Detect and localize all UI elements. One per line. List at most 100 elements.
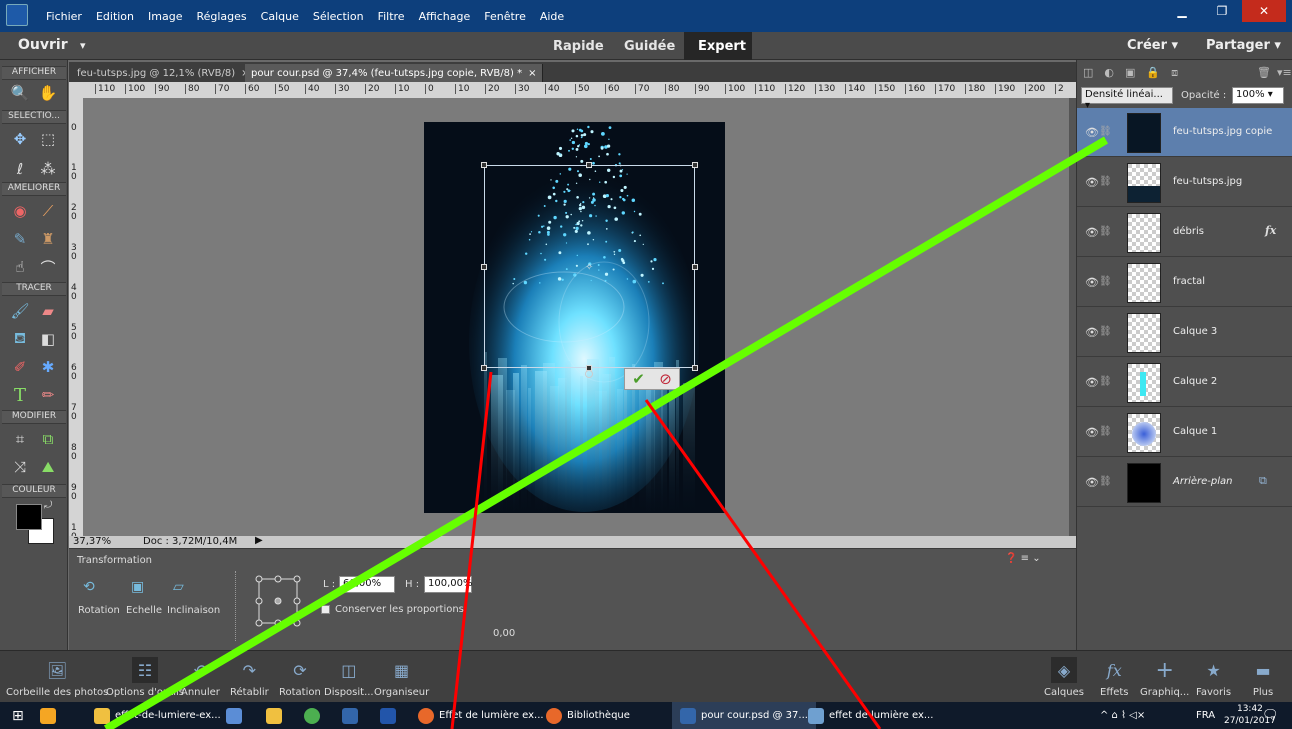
language-indicator[interactable]: FRA (1196, 702, 1215, 729)
eye-icon[interactable]: 👁 (1085, 476, 1099, 489)
tab-pour-cour[interactable]: pour cour.psd @ 37,4% (feu-tutsps.jpg co… (245, 64, 544, 82)
rotation-handle[interactable] (585, 370, 593, 378)
eyedropper-tool-icon[interactable]: ✐ (8, 356, 32, 378)
layers-button[interactable]: ◈ Calques (1044, 657, 1084, 698)
mode-guidee[interactable]: Guidée (624, 32, 675, 60)
taskbar-item-effet-lumiere-ex[interactable]: effet-de-lumiere-ex... (94, 702, 221, 729)
more-button[interactable]: ▬ Plus (1250, 657, 1276, 699)
transform-handle-tl[interactable] (481, 162, 487, 168)
zoom-tool-icon[interactable]: 🔍 (8, 82, 32, 104)
transform-handle-tm[interactable] (586, 162, 592, 168)
lock-icon[interactable]: 🔒 (1146, 66, 1160, 80)
favorites-button[interactable]: ★ Favoris (1196, 657, 1231, 699)
layer-row[interactable]: 👁 ⛓ Calque 2 (1077, 358, 1292, 407)
pencil-tool-icon[interactable]: ✏ (36, 384, 60, 406)
menu-calque[interactable]: Calque (261, 10, 299, 23)
eye-icon[interactable]: 👁 (1085, 226, 1099, 239)
link-icon[interactable]: ⛓ (1099, 326, 1112, 337)
layer-row[interactable]: 👁 ⛓ Arrière-plan ⧉ (1077, 458, 1292, 507)
taskbar-app-media[interactable] (40, 702, 56, 729)
redo-button[interactable]: ↷ Rétablir (230, 657, 269, 699)
foreground-color-swatch[interactable] (16, 504, 42, 530)
restore-icon[interactable]: ❐ (1202, 0, 1242, 22)
system-tray-icons[interactable]: ^ ⌂ ⌇ ◁× (1100, 702, 1145, 729)
straighten-tool-icon[interactable]: ⛰ (36, 456, 60, 478)
sponge-tool-icon[interactable]: ⌒ (36, 256, 60, 278)
undo-button[interactable]: ↶ Annuler (181, 657, 220, 699)
taskbar-app-elements-editor[interactable] (380, 702, 396, 729)
adjustment-layer-icon[interactable]: ◐ (1104, 66, 1114, 80)
lasso-tool-icon[interactable]: ℓ (8, 158, 32, 180)
create-button[interactable]: Créer ▾ (1127, 38, 1178, 53)
layer-row[interactable]: 👁 ⛓ feu-tutsps.jpg (1077, 158, 1292, 207)
menu-reglages[interactable]: Réglages (196, 10, 246, 23)
custom-shape-tool-icon[interactable]: ✱ (36, 356, 60, 378)
magic-wand-tool-icon[interactable]: ⁂ (36, 158, 60, 180)
zoom-level[interactable]: 37,37% (73, 536, 111, 547)
transform-handle-tr[interactable] (692, 162, 698, 168)
lock-transparent-icon[interactable]: ⧈ (1171, 66, 1178, 80)
commit-check-icon[interactable]: ✔ (632, 370, 645, 388)
layer-row[interactable]: 👁 ⛓ Calque 3 (1077, 308, 1292, 357)
transform-center-icon[interactable]: ✧ (585, 262, 593, 273)
text-tool-icon[interactable]: T (8, 384, 32, 406)
link-icon[interactable]: ⛓ (1099, 126, 1112, 137)
mode-rapide[interactable]: Rapide (553, 32, 604, 60)
taskbar-item-effet-lumiere-archive[interactable]: effet de lumière ex... (808, 702, 933, 729)
tool-options-button[interactable]: ☷ Options d'outils (106, 657, 184, 698)
organizer-button[interactable]: ▦ Organiseur (374, 657, 429, 699)
fx-icon[interactable]: fx (1265, 224, 1276, 237)
taskbar-item-pour-cour[interactable]: pour cour.psd @ 37... (672, 702, 816, 729)
skew-button[interactable]: Inclinaison (167, 605, 220, 616)
start-icon[interactable]: ⊞ (12, 702, 24, 729)
link-icon[interactable]: ⛓ (1099, 376, 1112, 387)
taskbar-app-chrome[interactable] (304, 702, 320, 729)
taskbar-item-bibliotheque[interactable]: Bibliothèque (546, 702, 630, 729)
menu-aide[interactable]: Aide (540, 10, 564, 23)
gradient-tool-icon[interactable]: ◧ (36, 328, 60, 350)
link-icon[interactable]: ⛓ (1099, 276, 1112, 287)
content-aware-move-tool-icon[interactable]: ⤨ (8, 456, 32, 478)
layer-lock-icon[interactable]: ⧉ (1259, 474, 1267, 488)
transform-handle-br[interactable] (692, 365, 698, 371)
hand-tool-icon[interactable]: ✋ (36, 82, 60, 104)
effects-button[interactable]: fx Effets (1100, 657, 1129, 699)
paint-bucket-tool-icon[interactable]: ⛾ (8, 328, 32, 350)
app-icon[interactable] (6, 4, 28, 26)
menu-edition[interactable]: Edition (96, 10, 134, 23)
marquee-tool-icon[interactable]: ⬚ (36, 128, 60, 150)
transform-handle-bl[interactable] (481, 365, 487, 371)
skew-icon[interactable]: ▱ (173, 579, 195, 597)
layout-button[interactable]: ◫ Disposit... (324, 657, 374, 699)
new-layer-icon[interactable]: ◫ (1083, 66, 1093, 80)
notification-icon[interactable]: 🗨 (1262, 702, 1279, 729)
link-icon[interactable]: ⛓ (1099, 426, 1112, 437)
height-field[interactable]: 100,00% (424, 576, 473, 593)
blend-mode-select[interactable]: Densité linéai... ▾ (1081, 87, 1173, 111)
graphics-button[interactable]: + Graphiq... (1140, 657, 1189, 699)
layer-row[interactable]: 👁 ⛓ fractal (1077, 258, 1292, 307)
width-field[interactable]: 60,00% (339, 576, 395, 593)
menu-fichier[interactable]: Fichier (46, 10, 82, 23)
rotation-icon[interactable]: ⟲ (83, 579, 105, 597)
photo-bin-button[interactable]: 🖼 Corbeille des photos (6, 657, 108, 699)
opacity-field[interactable]: 100% ▾ (1232, 87, 1284, 104)
smart-brush-tool-icon[interactable]: ✎ (8, 228, 32, 250)
menu-selection[interactable]: Sélection (313, 10, 364, 23)
mode-expert[interactable]: Expert (684, 32, 752, 60)
open-dropdown-icon[interactable]: ▾ (80, 39, 86, 52)
panel-menu-icon[interactable]: ▾≡ (1277, 66, 1292, 79)
menu-affichage[interactable]: Affichage (419, 10, 471, 23)
red-eye-tool-icon[interactable]: ◉ (8, 200, 32, 222)
status-menu-icon[interactable]: ▶ (255, 535, 263, 546)
scale-button[interactable]: Echelle (126, 605, 162, 616)
menu-image[interactable]: Image (148, 10, 182, 23)
tab-close-icon[interactable]: × (528, 68, 536, 79)
layer-row[interactable]: 👁 ⛓ débris fx (1077, 208, 1292, 257)
eye-icon[interactable]: 👁 (1085, 376, 1099, 389)
blur-tool-icon[interactable]: ☝ (8, 256, 32, 278)
canvas-scrollbar[interactable] (1069, 98, 1076, 536)
taskbar-item-firefox-effet[interactable]: Effet de lumière ex... (418, 702, 544, 729)
menu-fenetre[interactable]: Fenêtre (484, 10, 526, 23)
keep-proportions-checkbox[interactable] (321, 605, 330, 614)
